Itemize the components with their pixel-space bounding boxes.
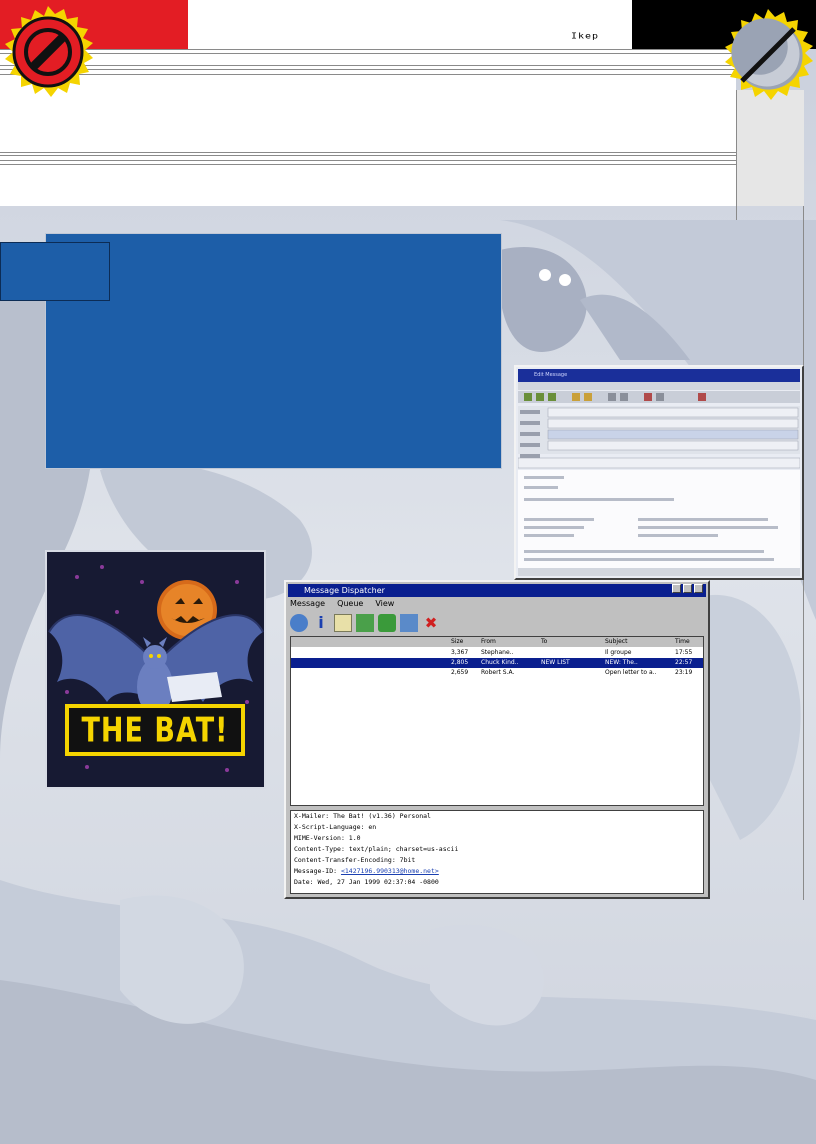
edit-window-title: Edit Message — [518, 369, 800, 382]
message-list: Size From To Subject Time 3,367 Stephane… — [290, 636, 704, 806]
refresh-icon[interactable] — [290, 614, 308, 632]
header-rule — [0, 65, 736, 66]
column-from[interactable]: From — [481, 637, 496, 647]
column-subject[interactable]: Subject — [605, 637, 627, 647]
header-rule — [0, 152, 736, 153]
dispatcher-title: Message Dispatcher — [288, 584, 706, 597]
no-entry-icon — [5, 6, 93, 97]
header-rule — [0, 69, 736, 70]
receive-icon[interactable] — [356, 614, 374, 632]
table-row[interactable]: 3,367 Stephane.. Il groupe 17:55 — [291, 648, 703, 658]
document-icon[interactable] — [334, 614, 352, 632]
header-line: Content-Type: text/plain; charset=us-asc… — [294, 845, 459, 853]
header-line: Date: Wed, 27 Jan 1999 02:37:04 -0800 — [294, 878, 439, 886]
message-headers: X-Mailer: The Bat! (v1.36) Personal X-Sc… — [290, 810, 704, 894]
header-line: X-Mailer: The Bat! (v1.36) Personal — [294, 812, 431, 820]
header-rule — [0, 53, 736, 54]
blue-label-tab — [0, 242, 110, 301]
header-rule — [0, 49, 736, 50]
header-rule — [0, 164, 736, 165]
menu-bar: Message Queue View — [290, 598, 394, 610]
header-line: Content-Transfer-Encoding: 7bit — [294, 856, 416, 864]
the-bat-cover-art: THE BAT! — [45, 550, 266, 789]
menu-message[interactable]: Message — [290, 598, 325, 610]
tools-icon[interactable] — [400, 614, 418, 632]
table-row[interactable]: 2,659 Robert S.A. Open letter to a.. 23:… — [291, 668, 703, 678]
header-rule — [0, 155, 736, 156]
toolbar: i ✖ — [290, 612, 704, 634]
menu-view[interactable]: View — [375, 598, 394, 610]
header-rule — [0, 74, 736, 75]
half-circle-icon — [725, 9, 813, 100]
column-to[interactable]: To — [541, 637, 547, 647]
info-icon[interactable]: i — [312, 614, 330, 632]
header-line: Message-ID: <1427196.990313@home.net> — [294, 867, 439, 875]
column-size[interactable]: Size — [451, 637, 463, 647]
minimize-button[interactable] — [672, 584, 681, 593]
send-icon[interactable] — [378, 614, 396, 632]
column-time[interactable]: Time — [675, 637, 690, 647]
edit-window-body — [518, 382, 800, 576]
close-button[interactable] — [694, 584, 703, 593]
side-rule — [736, 160, 737, 220]
table-row-selected[interactable]: 2,805 Chuck Kind.. NEW LIST NEW: The.. 2… — [291, 658, 703, 668]
header-line: MIME-Version: 1.0 — [294, 834, 361, 842]
delete-icon[interactable]: ✖ — [422, 614, 440, 632]
cover-title: THE BAT! — [81, 710, 229, 750]
maximize-button[interactable] — [683, 584, 692, 593]
menu-queue[interactable]: Queue — [337, 598, 363, 610]
side-panel — [736, 90, 804, 206]
brand-mark: Ikep — [571, 32, 600, 41]
list-header: Size From To Subject Time — [291, 637, 703, 647]
edit-message-window: Edit Message — [514, 365, 804, 580]
message-id-link[interactable]: <1427196.990313@home.net> — [341, 867, 439, 875]
header-line: X-Script-Language: en — [294, 823, 377, 831]
blue-text-box — [45, 233, 502, 469]
message-dispatcher-window: Message Dispatcher Message Queue View i … — [284, 580, 710, 899]
header-rule — [0, 160, 736, 161]
